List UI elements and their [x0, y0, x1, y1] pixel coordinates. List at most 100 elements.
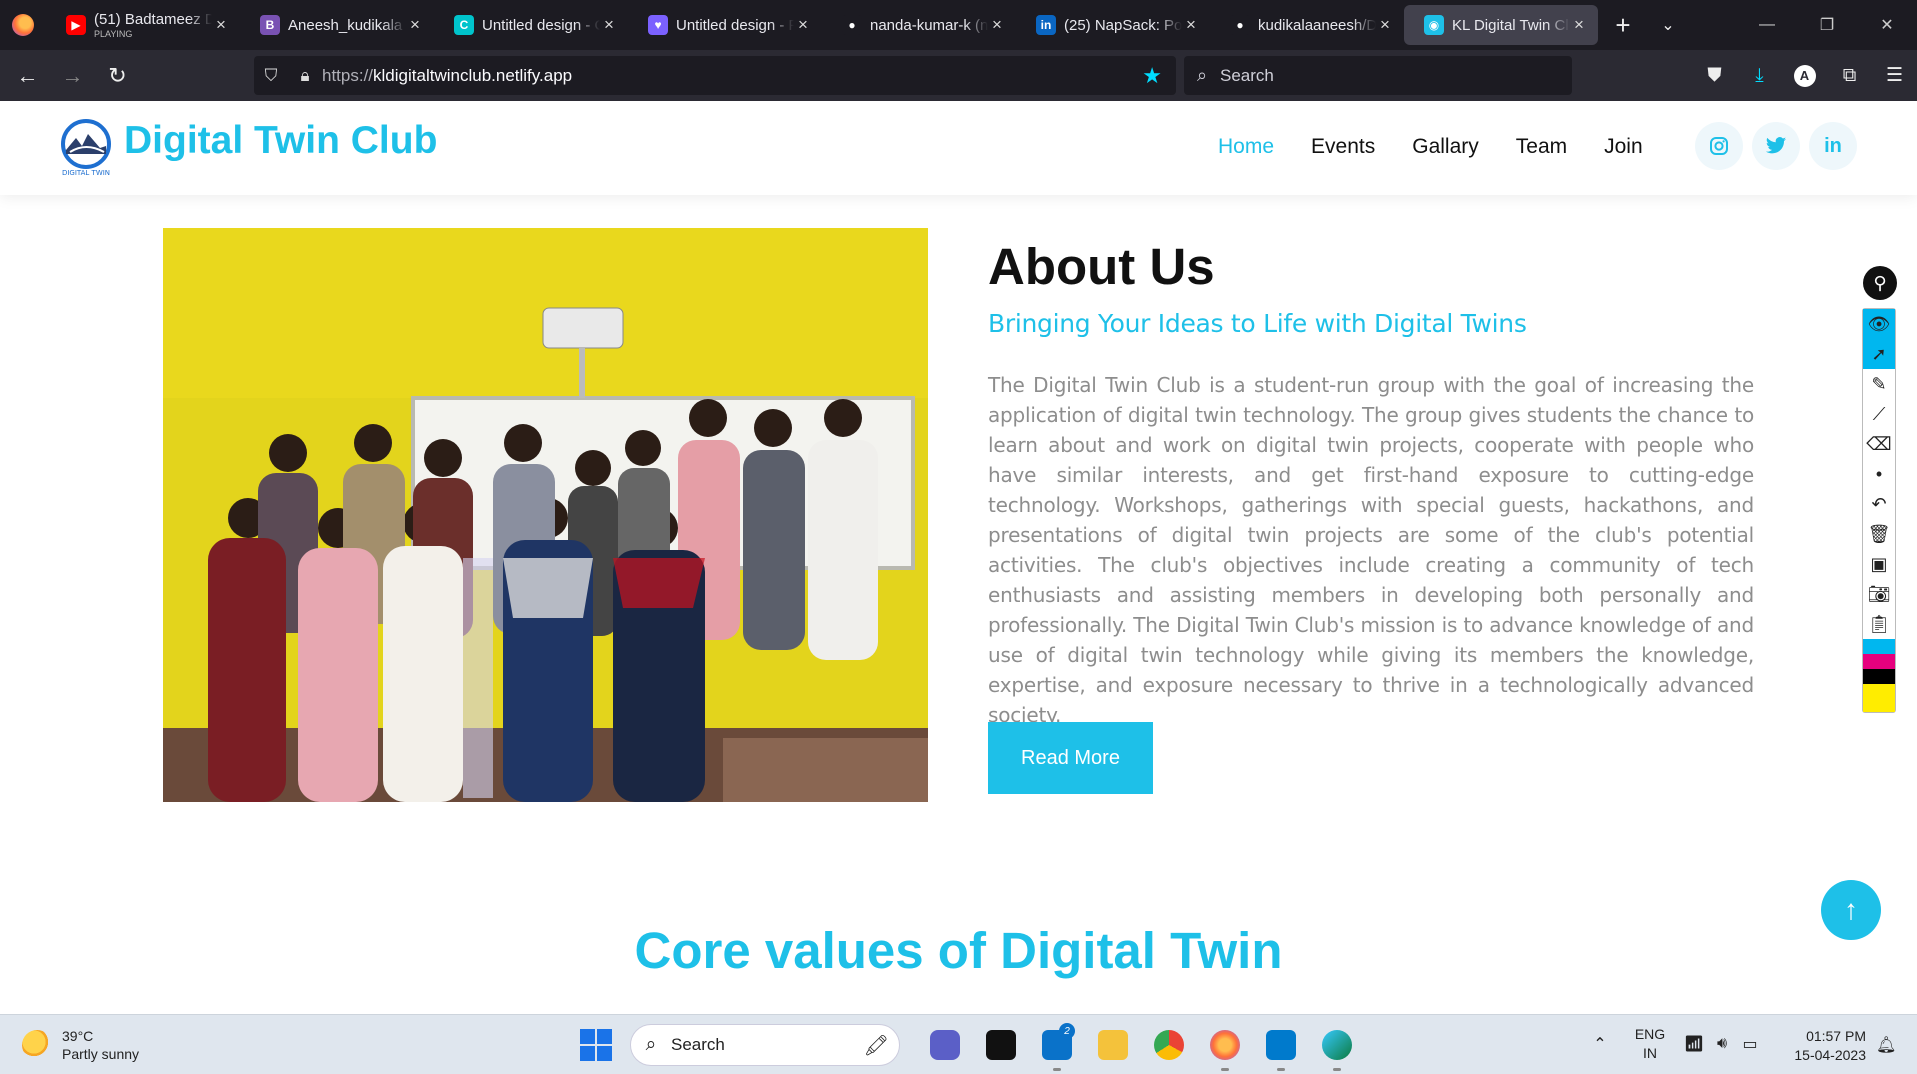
- forward-button[interactable]: →: [50, 56, 95, 96]
- logo-caption: DIGITAL TWIN: [62, 169, 110, 177]
- linkedin-icon[interactable]: in: [1809, 122, 1857, 170]
- camera-icon[interactable]: 📷︎: [1863, 579, 1895, 609]
- cursor-icon[interactable]: ➚: [1863, 339, 1895, 369]
- nav-link-join[interactable]: Join: [1604, 135, 1643, 159]
- scroll-to-top-button[interactable]: ↑: [1821, 880, 1881, 940]
- color-swatch-cyan[interactable]: [1863, 639, 1895, 654]
- firefox-menu-icon[interactable]: [0, 0, 46, 50]
- start-button[interactable]: [580, 1029, 612, 1061]
- clock[interactable]: 01:57 PM 15-04-2023: [1782, 1027, 1866, 1065]
- trash-icon[interactable]: 🗑︎: [1863, 519, 1895, 549]
- taskbar-search[interactable]: ⌕ Search 🖍︎: [630, 1024, 900, 1066]
- about-subtitle: Bringing Your Ideas to Life with Digital…: [988, 309, 1527, 338]
- color-swatch-yellow[interactable]: [1863, 684, 1895, 712]
- file-explorer-icon[interactable]: [1085, 1025, 1141, 1065]
- close-tab-icon[interactable]: ×: [1376, 15, 1394, 35]
- color-swatch-magenta[interactable]: [1863, 654, 1895, 669]
- line-icon[interactable]: ⟋: [1863, 399, 1895, 429]
- browser-tab[interactable]: ♥ Untitled design - Pocket×: [628, 5, 822, 45]
- close-tab-icon[interactable]: ×: [794, 15, 812, 35]
- close-tab-icon[interactable]: ×: [406, 15, 424, 35]
- mail-badge: 2: [1059, 1023, 1075, 1039]
- clipboard-icon[interactable]: 📋︎: [1863, 609, 1895, 639]
- browser-tab[interactable]: ● nanda-kumar-k (nanda)×: [822, 5, 1016, 45]
- browser-tab[interactable]: ▶ (51) Badtameez Dil PLAYING ×: [46, 5, 240, 45]
- web-page: DIGITAL TWIN Digital Twin Club Home Event…: [0, 101, 1917, 1014]
- volume-icon[interactable]: 🔊︎: [1708, 1035, 1736, 1053]
- nav-link-team[interactable]: Team: [1516, 135, 1567, 159]
- lock-icon[interactable]: 🔒︎: [288, 66, 322, 86]
- site-brand[interactable]: Digital Twin Club: [124, 119, 437, 163]
- dolby-icon[interactable]: [973, 1025, 1029, 1065]
- browser-tab[interactable]: ◉ KL Digital Twin Club×: [1404, 5, 1598, 45]
- eraser-icon[interactable]: ⌫: [1863, 429, 1895, 459]
- show-hidden-icons-icon[interactable]: ⌃: [1580, 1034, 1620, 1054]
- github-icon: ●: [842, 15, 862, 35]
- twitter-icon[interactable]: [1752, 122, 1800, 170]
- new-tab-button[interactable]: +: [1598, 10, 1648, 41]
- browser-tab[interactable]: C Untitled design - Canva×: [434, 5, 628, 45]
- search-icon: ⌕: [1196, 65, 1208, 85]
- address-bar[interactable]: ⛉ 🔒︎ https://kldigitaltwinclub.netlify.a…: [254, 56, 1176, 95]
- bookmark-star-icon[interactable]: ★: [1142, 63, 1162, 89]
- restore-button[interactable]: ❐: [1797, 0, 1857, 50]
- close-tab-icon[interactable]: ×: [600, 15, 618, 35]
- language-code: ENG: [1634, 1026, 1666, 1042]
- screen-icon[interactable]: ▣: [1863, 549, 1895, 579]
- browser-tab[interactable]: ● kudikalaaneesh/Digital×: [1210, 5, 1404, 45]
- extensions-icon[interactable]: ⧉: [1827, 65, 1872, 87]
- instagram-icon[interactable]: [1695, 122, 1743, 170]
- tab-title: nanda-kumar-k (nanda): [870, 16, 988, 34]
- pen-icon[interactable]: ✎: [1863, 369, 1895, 399]
- close-tab-icon[interactable]: ×: [212, 15, 230, 35]
- language-indicator[interactable]: ENG IN: [1620, 1025, 1680, 1063]
- chrome-icon[interactable]: [1141, 1025, 1197, 1065]
- browser-tab[interactable]: in (25) NapSack: Posts×: [1016, 5, 1210, 45]
- minimize-button[interactable]: —: [1737, 0, 1797, 50]
- account-button[interactable]: A: [1782, 64, 1827, 87]
- edge-icon[interactable]: [1309, 1025, 1365, 1071]
- nav-link-events[interactable]: Events: [1311, 135, 1375, 159]
- firefox-icon[interactable]: [1197, 1025, 1253, 1071]
- wifi-icon[interactable]: 📶︎: [1680, 1034, 1708, 1054]
- list-all-tabs-button[interactable]: ⌄: [1648, 15, 1688, 35]
- notification-bell-icon[interactable]: 🔔︎: [1876, 1035, 1896, 1055]
- close-tab-icon[interactable]: ×: [1182, 15, 1200, 35]
- teams-chat-icon[interactable]: [917, 1025, 973, 1065]
- read-more-button[interactable]: Read More: [988, 722, 1153, 794]
- about-title: About Us: [988, 238, 1215, 295]
- pin-icon[interactable]: ⚲: [1863, 266, 1897, 300]
- back-button[interactable]: ←: [5, 56, 50, 96]
- tab-title: Aneesh_kudikala: [288, 16, 403, 34]
- shield-icon[interactable]: ⛉: [254, 66, 288, 86]
- close-tab-icon[interactable]: ×: [988, 15, 1006, 35]
- system-tray: ⌃ ENG IN 📶︎ 🔊︎ ▭: [1580, 1025, 1764, 1063]
- reload-button[interactable]: ↻: [95, 56, 140, 96]
- tab-title: (51) Badtameez Dil: [94, 10, 212, 28]
- url-protocol: https://: [322, 65, 374, 85]
- club-logo[interactable]: DIGITAL TWIN: [58, 118, 114, 178]
- eye-icon[interactable]: 👁︎: [1863, 309, 1895, 339]
- temperature: 39°C: [62, 1028, 94, 1044]
- about-body: The Digital Twin Club is a student-run g…: [988, 373, 1754, 727]
- mail-icon[interactable]: 2: [1029, 1023, 1085, 1071]
- nav-link-home[interactable]: Home: [1218, 135, 1274, 159]
- close-window-button[interactable]: ✕: [1857, 0, 1917, 50]
- browser-tab[interactable]: B Aneesh_kudikala ×: [240, 5, 434, 45]
- downloads-icon[interactable]: ⤓: [1737, 65, 1782, 87]
- color-swatch-black[interactable]: [1863, 669, 1895, 684]
- undo-icon[interactable]: ↶: [1863, 489, 1895, 519]
- weather-widget[interactable]: 39°C Partly sunny: [22, 1027, 139, 1063]
- pocket-icon[interactable]: ⛊: [1692, 65, 1737, 87]
- close-tab-icon[interactable]: ×: [1570, 15, 1588, 35]
- nav-link-gallary[interactable]: Gallary: [1412, 135, 1479, 159]
- browser-toolbar: ← → ↻ ⛉ 🔒︎ https://kldigitaltwinclub.net…: [0, 50, 1917, 101]
- site-header: DIGITAL TWIN Digital Twin Club Home Event…: [0, 101, 1917, 195]
- dot-icon[interactable]: •: [1863, 459, 1895, 489]
- vscode-icon[interactable]: [1253, 1025, 1309, 1071]
- search-input[interactable]: ⌕ Search: [1184, 56, 1572, 95]
- battery-icon[interactable]: ▭: [1736, 1034, 1764, 1054]
- social-links: in: [1695, 122, 1866, 170]
- tab-title: Untitled design - Canva: [482, 16, 600, 34]
- hamburger-menu-icon[interactable]: ☰: [1872, 64, 1917, 87]
